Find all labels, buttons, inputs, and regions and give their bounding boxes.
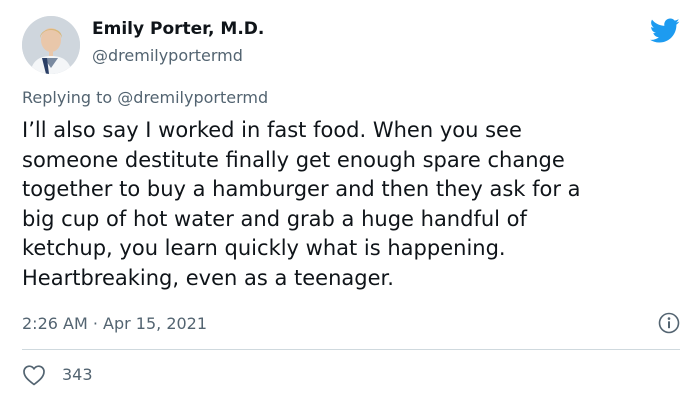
tweet-timestamp[interactable]: 2:26 AM · Apr 15, 2021 [22, 314, 207, 333]
tweet-text-line: someone destitute finally get enough spa… [22, 147, 565, 172]
tweet-text-line: I’ll also say I worked in fast food. Whe… [22, 118, 522, 142]
author-name[interactable]: Emily Porter, M.D. [92, 19, 264, 39]
heart-icon[interactable] [22, 364, 46, 386]
tweet-text-line: ketchup, you learn quickly what is happe… [22, 236, 506, 260]
replying-to-prefix: Replying to [22, 88, 113, 107]
tweet-card: Emily Porter, M.D. @dremilyportermd Repl… [0, 0, 700, 402]
avatar-image [22, 16, 80, 74]
author-handle[interactable]: @dremilyportermd [92, 46, 243, 65]
avatar[interactable] [22, 16, 80, 74]
twitter-bird-icon[interactable] [650, 18, 680, 44]
tweet-text-line: together to buy a hamburger and then the… [22, 177, 581, 201]
divider [22, 349, 680, 350]
info-icon[interactable] [658, 312, 680, 334]
tweet-text-line: Heartbreaking, even as a teenager. [22, 265, 394, 290]
tweet-text: I’ll also say I worked in fast food. Whe… [22, 116, 682, 293]
like-count[interactable]: 343 [62, 365, 93, 384]
tweet-text-line: big cup of hot water and grab a huge han… [22, 206, 527, 231]
replying-to: Replying to @dremilyportermd [22, 88, 268, 107]
replying-to-mention[interactable]: @dremilyportermd [117, 88, 268, 107]
